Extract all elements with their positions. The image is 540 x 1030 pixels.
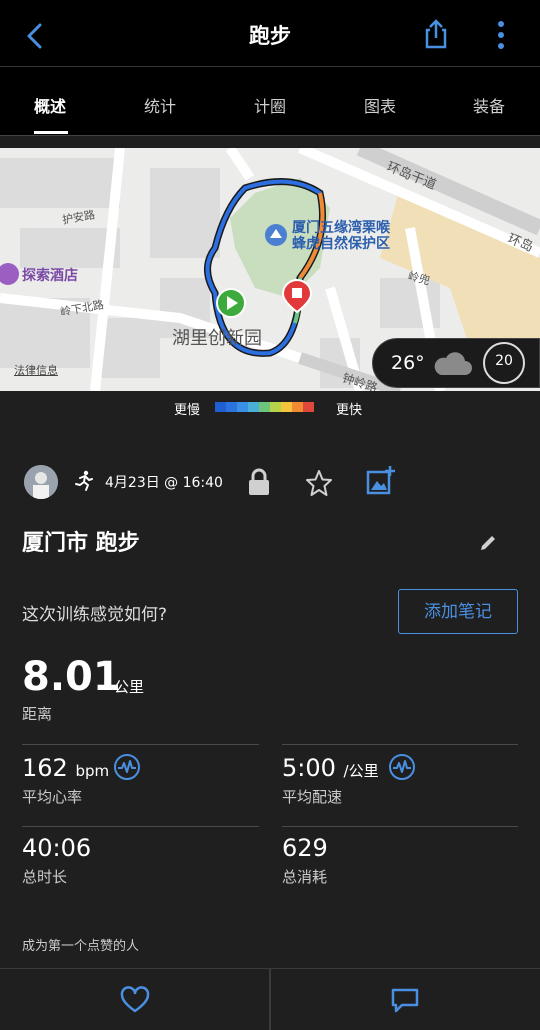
active-tab-indicator xyxy=(34,131,68,134)
distance-unit: 公里 xyxy=(114,678,145,696)
temperature: 26° xyxy=(391,352,425,374)
calories-label: 总消耗 xyxy=(282,868,328,886)
tab-gear[interactable]: 装备 xyxy=(473,93,505,117)
area-label: 湖里创新园 xyxy=(172,328,262,349)
divider xyxy=(282,826,518,827)
weather-widget: 26° 20 xyxy=(372,338,540,388)
pace-chart-icon[interactable] xyxy=(388,753,416,781)
heart-rate-label: 平均心率 xyxy=(22,788,83,806)
running-icon xyxy=(75,470,93,491)
like-heart-icon[interactable] xyxy=(120,986,150,1014)
star-icon[interactable] xyxy=(305,469,333,497)
distance-label: 距离 xyxy=(22,705,53,723)
tab-stats[interactable]: 统计 xyxy=(144,93,176,117)
add-note-button[interactable]: 添加笔记 xyxy=(398,589,518,634)
tab-bar: 概述 统计 计圈 图表 装备 xyxy=(0,66,540,136)
legend-fast: 更快 xyxy=(336,403,363,418)
pace-label: 平均配速 xyxy=(282,788,343,806)
legend-slow: 更慢 xyxy=(174,403,201,418)
calories-value: 629 xyxy=(282,834,328,862)
lock-icon[interactable] xyxy=(246,468,272,496)
page-title: 跑步 xyxy=(249,24,291,48)
comment-icon[interactable] xyxy=(390,986,420,1014)
more-options-icon[interactable] xyxy=(488,18,514,52)
cloud-icon xyxy=(434,352,472,375)
pace-color-bar xyxy=(215,402,314,412)
avatar[interactable] xyxy=(24,465,58,499)
tab-overview[interactable]: 概述 xyxy=(34,93,66,117)
distance-value: 8.01 xyxy=(22,654,121,700)
pace-value: 5:00 xyxy=(282,754,336,782)
top-bar: 跑步 xyxy=(0,0,540,66)
share-icon[interactable] xyxy=(420,18,452,50)
pace-stat: 5:00 /公里 xyxy=(282,754,379,782)
likes-text[interactable]: 成为第一个点赞的人 xyxy=(22,935,139,954)
activity-name: 厦门市 跑步 xyxy=(22,531,140,556)
wind-speed: 20 xyxy=(495,353,513,369)
divider xyxy=(282,744,518,745)
heart-rate-chart-icon[interactable] xyxy=(113,753,141,781)
edit-icon[interactable] xyxy=(478,533,498,553)
park-label: 厦门五缘湾栗喉 蜂虎自然保护区 xyxy=(292,220,390,252)
wind-indicator: 20 xyxy=(483,342,525,384)
hotel-label: 探索酒店 xyxy=(22,268,78,284)
divider xyxy=(22,744,259,745)
heart-rate-value: 162 xyxy=(22,754,68,782)
duration-label: 总时长 xyxy=(22,868,68,886)
activity-date: 4月23日 @ 16:40 xyxy=(105,475,223,491)
pace-unit: /公里 xyxy=(343,762,379,780)
tab-laps[interactable]: 计圈 xyxy=(254,93,286,117)
tab-charts[interactable]: 图表 xyxy=(364,93,396,117)
legal-info-link[interactable]: 法律信息 xyxy=(14,362,58,378)
heart-rate-stat: 162 bpm xyxy=(22,754,109,782)
feel-question: 这次训练感觉如何? xyxy=(22,605,168,625)
heart-rate-unit: bpm xyxy=(75,762,110,780)
pace-legend: 更慢 更快 xyxy=(0,391,540,427)
add-photo-icon[interactable] xyxy=(366,465,396,495)
duration-value: 40:06 xyxy=(22,834,92,862)
divider xyxy=(22,826,259,827)
divider xyxy=(269,968,271,1030)
